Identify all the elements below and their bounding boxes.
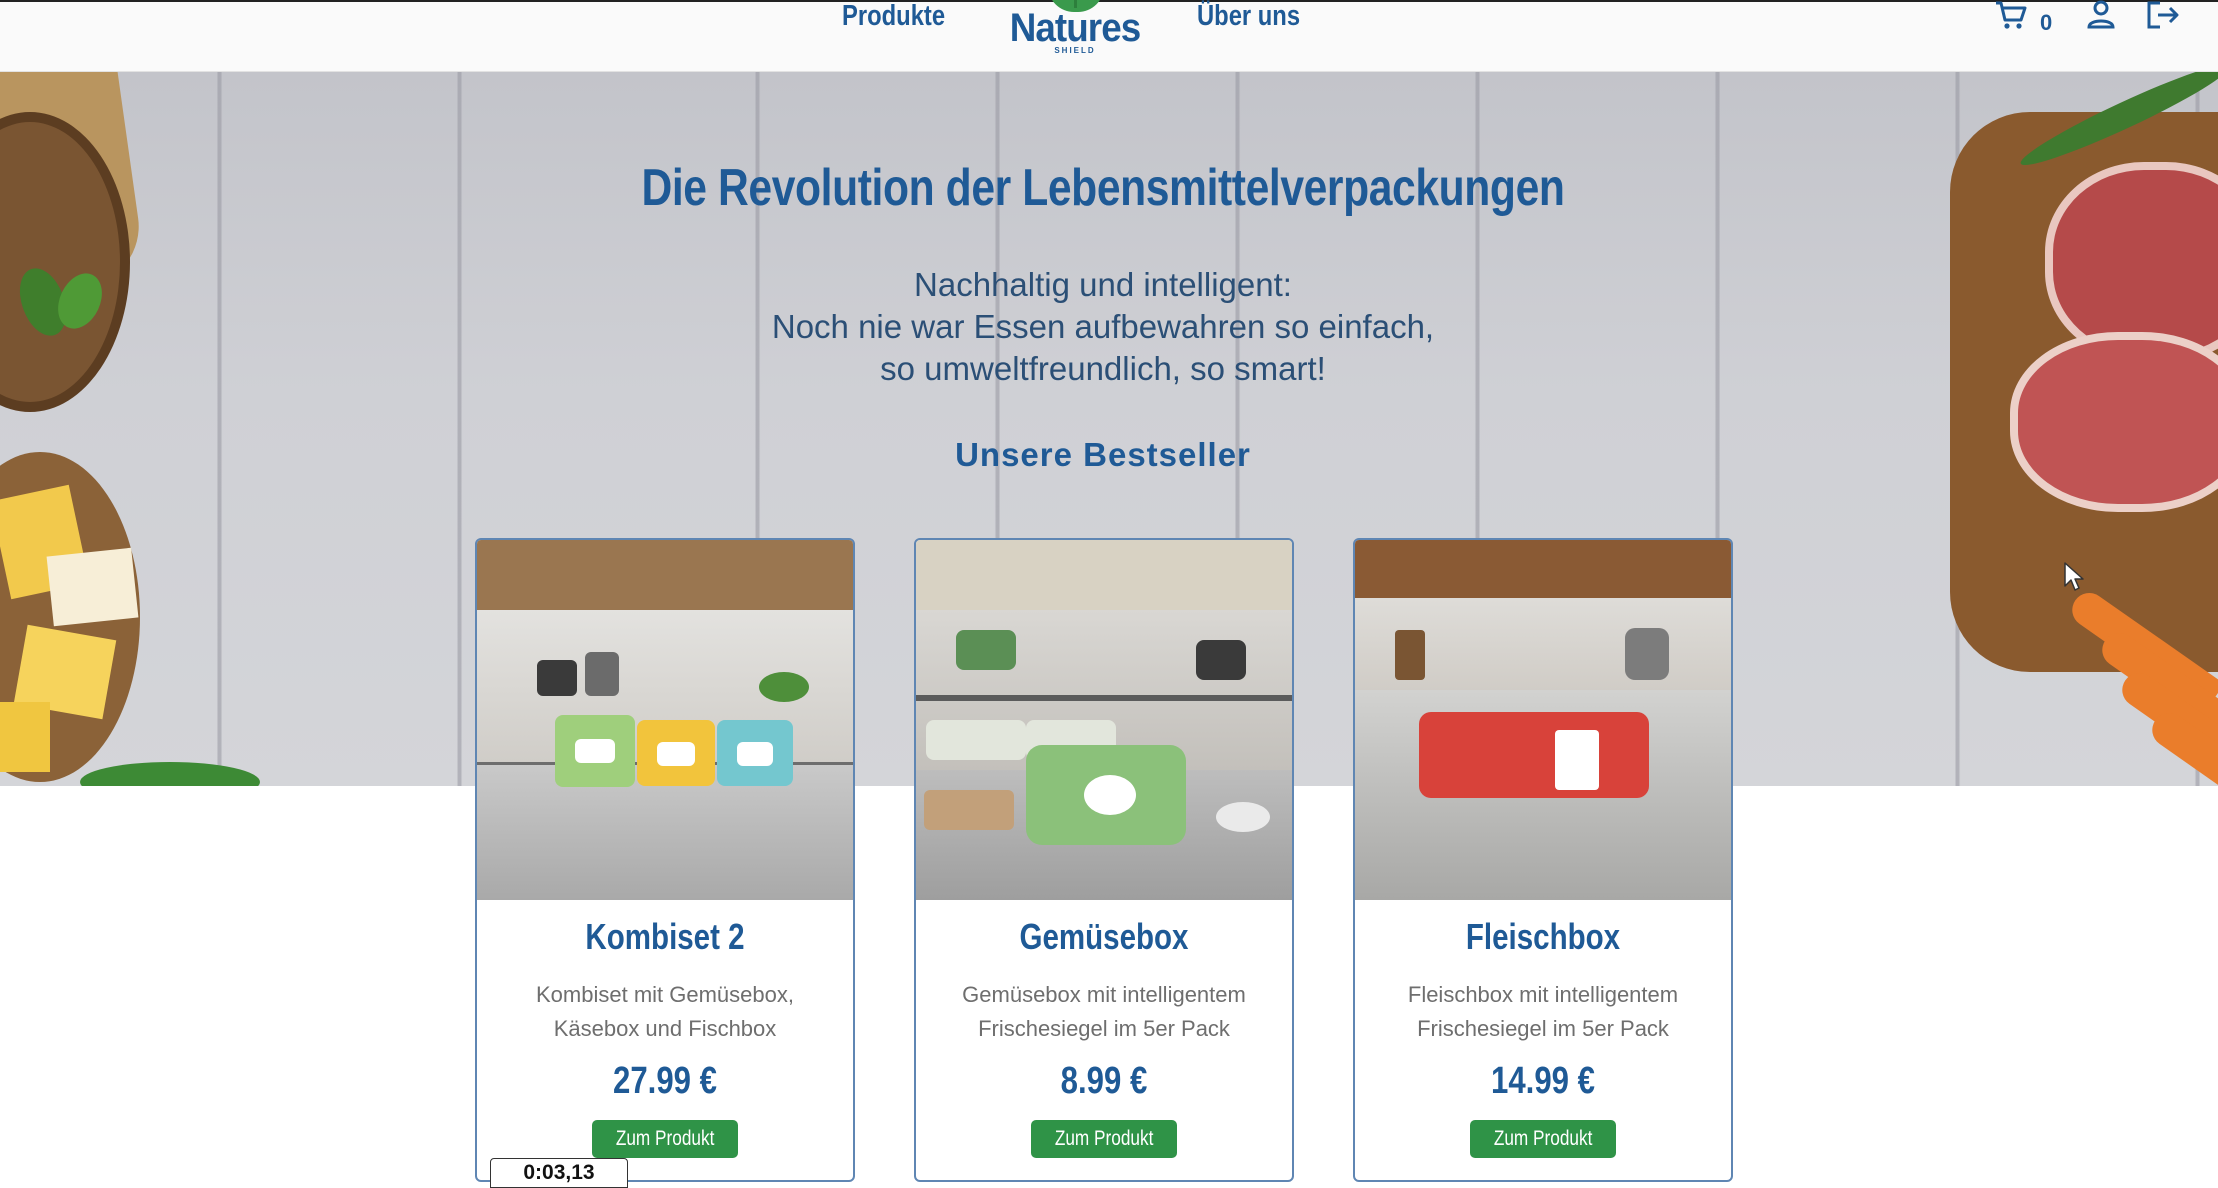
product-price: 14.99 € [1491,1060,1595,1102]
product-name[interactable]: Gemüsebox [950,916,1258,958]
user-icon[interactable] [2086,0,2116,30]
image-cabinets [916,540,1292,610]
hero-subtitle-line: Nachhaltig und intelligent: [914,266,1292,303]
product-description: Fleischbox mit intelligentem Frischesieg… [1375,978,1711,1046]
logout-icon[interactable] [2146,0,2180,30]
utensils-image [1395,630,1425,680]
product-description: Kombiset mit Gemüsebox, Käsebox und Fisc… [497,978,833,1046]
product-button[interactable]: Zum Produkt [1031,1120,1177,1158]
product-description-line: Kombiset mit Gemüsebox, [536,982,794,1007]
green-container-image [555,715,635,787]
logo-text: Natures [1009,6,1142,50]
product-button[interactable]: Zum Produkt [592,1120,738,1158]
pot-image [537,660,577,696]
product-description-line: Gemüsebox mit intelligentem [962,982,1246,1007]
hero-subtitle: Nachhaltig und intelligent: Noch nie war… [0,264,2206,390]
red-container-image [1419,712,1649,798]
page: Produkte Natures SHIELD Über uns 0 Die R… [0,0,2218,1188]
logo-subtext: SHIELD [1054,46,1096,55]
site-header: Produkte Natures SHIELD Über uns 0 [0,0,2218,72]
product-image[interactable] [477,540,853,900]
mouse-cursor-icon [2064,562,2084,591]
kettle-image [1625,628,1669,680]
plant-image [759,672,809,702]
plate-image [1216,802,1270,832]
product-price: 8.99 € [1060,1060,1148,1102]
pot-image [585,652,619,696]
product-description-line: Frischesiegel im 5er Pack [1417,1016,1669,1041]
image-cabinets [477,540,853,610]
hero-title: Die Revolution der Lebensmittelverpackun… [641,159,1565,217]
product-name[interactable]: Kombiset 2 [511,916,819,958]
hero-subtitle-line: so umweltfreundlich, so smart! [880,350,1326,387]
cart-count-badge: 0 [2040,10,2053,35]
pot-image [956,630,1016,670]
teal-container-image [717,720,793,786]
product-card[interactable]: Kombiset 2 Kombiset mit Gemüsebox, Käseb… [475,538,855,1182]
recording-timer: 0:03,13 [490,1158,628,1188]
product-card[interactable]: Gemüsebox Gemüsebox mit intelligentem Fr… [914,538,1294,1182]
product-description-line: Frischesiegel im 5er Pack [978,1016,1230,1041]
product-button-label: Zum Produkt [1054,1127,1154,1150]
image-cabinets [1355,540,1731,598]
herbs-image [80,762,260,786]
product-button[interactable]: Zum Produkt [1470,1120,1616,1158]
product-description-line: Käsebox und Fischbox [553,1016,777,1041]
nav-link-about[interactable]: Über uns [1197,0,1300,34]
hero-subtitle-line: Noch nie war Essen aufbewahren so einfac… [771,308,1435,345]
cutting-board-image [924,790,1014,830]
product-description-line: Fleischbox mit intelligentem [1407,982,1679,1007]
image-stove [916,695,1292,701]
product-image[interactable] [1355,540,1731,900]
product-price: 27.99 € [613,1060,717,1102]
cheese-image [0,702,50,772]
product-description: Gemüsebox mit intelligentem Frischesiege… [936,978,1272,1046]
green-container-image [1026,745,1186,845]
product-button-label: Zum Produkt [1493,1127,1593,1150]
product-image[interactable] [916,540,1292,900]
bestseller-heading: Unsere Bestseller [955,436,1251,473]
cabinet-image [926,720,1026,760]
cart-icon[interactable] [1994,0,2028,30]
pot-image [1196,640,1246,680]
product-card[interactable]: Fleischbox Fleischbox mit intelligentem … [1353,538,1733,1182]
yellow-container-image [637,720,715,786]
product-name[interactable]: Fleischbox [1389,916,1697,958]
logo[interactable]: Natures SHIELD [990,0,1160,62]
nav-link-products[interactable]: Produkte [842,0,945,34]
product-button-label: Zum Produkt [615,1127,715,1150]
cheese-image [46,547,139,627]
